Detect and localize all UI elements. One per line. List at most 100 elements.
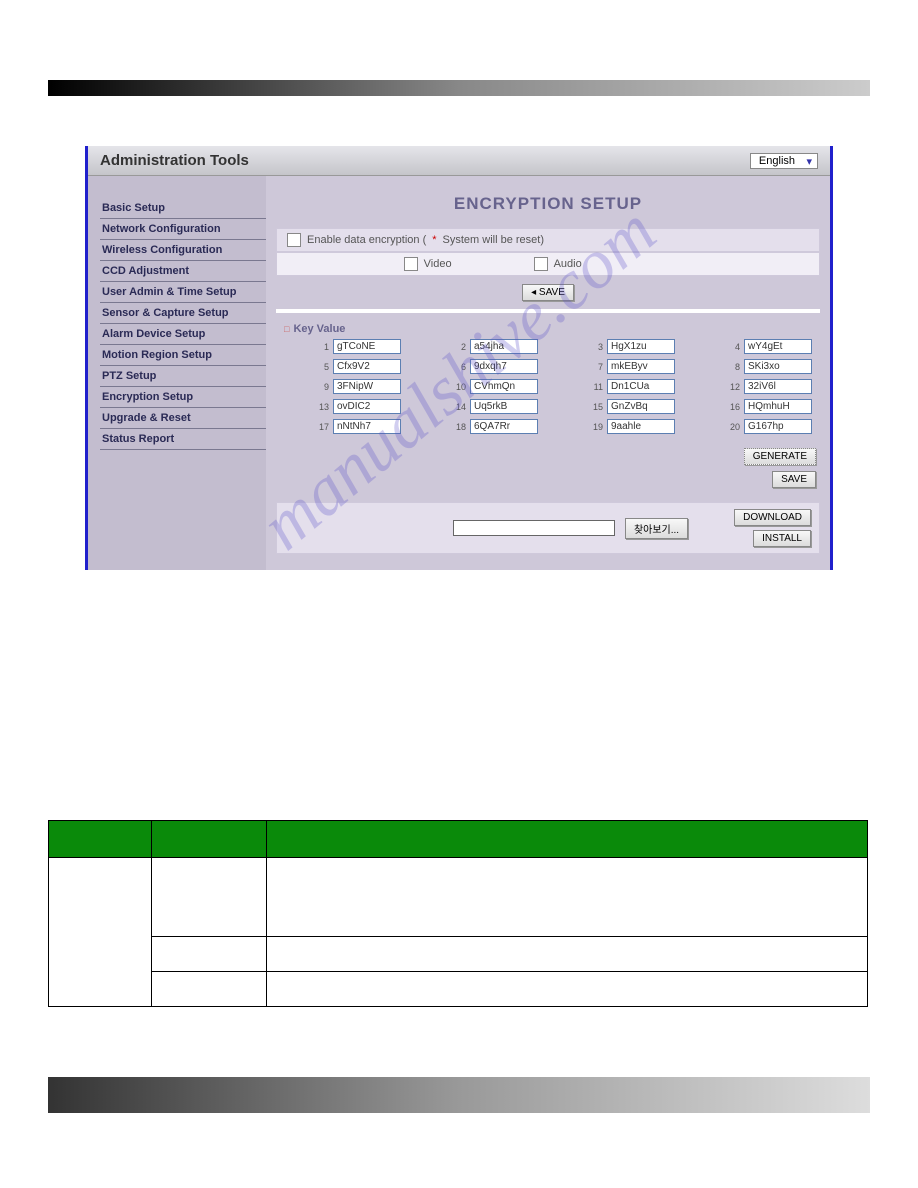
key-input-4[interactable]: wY4gEt — [744, 339, 812, 354]
key-cell-3: 3 HgX1zu — [558, 339, 675, 354]
table-header-3 — [267, 821, 868, 858]
key-cell-8: 8 SKi3xo — [695, 359, 812, 374]
sidebar-item-wireless[interactable]: Wireless Configuration — [100, 240, 266, 261]
bottom-gradient-bar — [48, 1077, 870, 1113]
key-number: 19 — [585, 422, 603, 432]
admin-panel: Administration Tools English Basic Setup… — [85, 146, 833, 570]
download-button[interactable]: DOWNLOAD — [734, 509, 811, 526]
key-input-20[interactable]: G167hp — [744, 419, 812, 434]
key-number: 2 — [448, 342, 466, 352]
key-number: 5 — [311, 362, 329, 372]
table-cell-r1c1 — [49, 858, 152, 1007]
download-install-col: DOWNLOAD INSTALL — [734, 509, 811, 547]
sidebar-item-network[interactable]: Network Configuration — [100, 219, 266, 240]
browse-button[interactable]: 찾아보기... — [625, 518, 688, 539]
key-number: 3 — [585, 342, 603, 352]
key-cell-13: 13ovDIC2 — [284, 399, 401, 414]
audio-checkbox[interactable] — [534, 257, 548, 271]
key-number: 17 — [311, 422, 329, 432]
enable-label-part2: System will be reset) — [443, 234, 544, 246]
key-number: 15 — [585, 402, 603, 412]
key-input-15[interactable]: GnZvBq — [607, 399, 675, 414]
sidebar-item-ccd[interactable]: CCD Adjustment — [100, 261, 266, 282]
key-cell-7: 7 mkEByv — [558, 359, 675, 374]
key-input-9[interactable]: 3FNipW — [333, 379, 401, 394]
table-header-2 — [152, 821, 267, 858]
key-number: 11 — [585, 382, 603, 392]
table-cell-r1c3 — [267, 858, 868, 937]
key-input-6[interactable]: 9dxqh7 — [470, 359, 538, 374]
table-cell-r1c2 — [152, 858, 267, 937]
language-select[interactable]: English — [750, 153, 818, 169]
key-cell-19: 19 9aahle — [558, 419, 675, 434]
key-input-3[interactable]: HgX1zu — [607, 339, 675, 354]
key-cell-9: 9 3FNipW — [284, 379, 401, 394]
sidebar-item-useradmin[interactable]: User Admin & Time Setup — [100, 282, 266, 303]
video-checkbox[interactable] — [404, 257, 418, 271]
key-number: 4 — [722, 342, 740, 352]
key-number: 1 — [311, 342, 329, 352]
key-input-16[interactable]: HQmhuH — [744, 399, 812, 414]
key-cell-6: 6 9dxqh7 — [421, 359, 538, 374]
key-input-2[interactable]: a54jha — [470, 339, 538, 354]
key-number: 6 — [448, 362, 466, 372]
enable-encryption-checkbox[interactable] — [287, 233, 301, 247]
sidebar-item-basic[interactable]: Basic Setup — [100, 198, 266, 219]
content-title: ENCRYPTION SETUP — [276, 194, 820, 214]
sidebar-item-encryption[interactable]: Encryption Setup — [100, 387, 266, 408]
key-cell-2: 2 a54jha — [421, 339, 538, 354]
video-label: Video — [424, 258, 452, 270]
action-buttons: GENERATE SAVE — [276, 434, 820, 496]
key-input-14[interactable]: Uq5rkB — [470, 399, 538, 414]
sidebar-item-motion[interactable]: Motion Region Setup — [100, 345, 266, 366]
key-number: 10 — [448, 382, 466, 392]
sidebar-item-upgrade[interactable]: Upgrade & Reset — [100, 408, 266, 429]
sidebar-item-alarm[interactable]: Alarm Device Setup — [100, 324, 266, 345]
key-cell-10: 10 CVhmQn — [421, 379, 538, 394]
key-input-17[interactable]: nNtNh7 — [333, 419, 401, 434]
key-cell-18: 18 6QA7Rr — [421, 419, 538, 434]
key-number: 18 — [448, 422, 466, 432]
key-cell-15: 15 GnZvBq — [558, 399, 675, 414]
sidebar-item-ptz[interactable]: PTZ Setup — [100, 366, 266, 387]
divider — [276, 309, 820, 313]
key-cell-4: 4 wY4gEt — [695, 339, 812, 354]
key-input-13[interactable]: ovDIC2 — [333, 399, 401, 414]
video-audio-row: Video Audio — [276, 252, 820, 276]
key-input-5[interactable]: Cfx9V2 — [333, 359, 401, 374]
key-input-19[interactable]: 9aahle — [607, 419, 675, 434]
key-number: 9 — [311, 382, 329, 392]
table-cell-r2c2 — [152, 937, 267, 972]
key-input-12[interactable]: 32iV6l — [744, 379, 812, 394]
enable-encryption-row: Enable data encryption (* System will be… — [276, 228, 820, 252]
table-cell-r3c3 — [267, 972, 868, 1007]
save-button[interactable]: ◂ SAVE — [522, 284, 574, 301]
key-input-8[interactable]: SKi3xo — [744, 359, 812, 374]
red-star: * — [432, 234, 436, 246]
key-input-11[interactable]: Dn1CUa — [607, 379, 675, 394]
admin-title: Administration Tools — [100, 152, 249, 169]
admin-screenshot: Administration Tools English Basic Setup… — [85, 146, 833, 570]
install-button[interactable]: INSTALL — [753, 530, 811, 547]
key-number: 7 — [585, 362, 603, 372]
key-cell-20: 20 G167hp — [695, 419, 812, 434]
key-cell-11: 11 Dn1CUa — [558, 379, 675, 394]
key-input-1[interactable]: gTCoNE — [333, 339, 401, 354]
key-number: 20 — [722, 422, 740, 432]
file-path-input[interactable] — [453, 520, 615, 536]
save-button-2[interactable]: SAVE — [772, 471, 816, 488]
key-cell-1: 1 gTCoNE — [284, 339, 401, 354]
key-input-7[interactable]: mkEByv — [607, 359, 675, 374]
key-number: 8 — [722, 362, 740, 372]
admin-body: Basic Setup Network Configuration Wirele… — [88, 176, 830, 570]
key-input-10[interactable]: CVhmQn — [470, 379, 538, 394]
table-cell-r2c3 — [267, 937, 868, 972]
top-gradient-bar — [48, 80, 870, 96]
content-area: ENCRYPTION SETUP Enable data encryption … — [266, 176, 830, 570]
generate-button[interactable]: GENERATE — [744, 448, 816, 465]
sidebar-item-sensor[interactable]: Sensor & Capture Setup — [100, 303, 266, 324]
table-header-1 — [49, 821, 152, 858]
key-input-18[interactable]: 6QA7Rr — [470, 419, 538, 434]
sidebar-item-status[interactable]: Status Report — [100, 429, 266, 450]
sidebar: Basic Setup Network Configuration Wirele… — [88, 176, 266, 570]
